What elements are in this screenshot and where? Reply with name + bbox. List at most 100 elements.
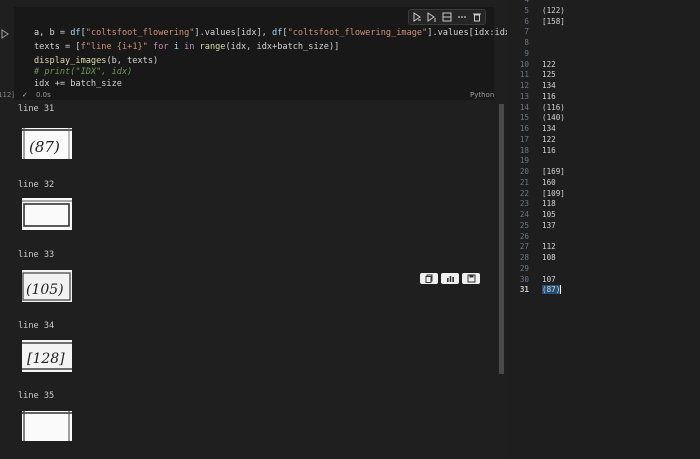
cell-status-bar: 112] ✓ 0.0s Python	[0, 91, 500, 103]
execution-duration: 0.0s	[36, 91, 51, 99]
line-number: 19	[519, 156, 529, 166]
handwriting: (87)	[29, 138, 60, 156]
line-number: 8	[524, 38, 529, 47]
editor-line-text: 137	[542, 220, 556, 230]
output-image	[22, 411, 72, 441]
line-number: 14	[519, 102, 529, 112]
split-cell-icon[interactable]	[441, 11, 453, 23]
execution-count: 112]	[0, 91, 15, 99]
kernel-language[interactable]: Python	[470, 91, 494, 99]
line-number: 9	[524, 48, 529, 58]
editor-line-text: [158]	[542, 16, 565, 26]
output-line-label: line 32	[18, 180, 55, 190]
line-number: 26	[519, 231, 529, 241]
line-number: 7	[524, 27, 529, 37]
line-number: 17	[519, 134, 529, 144]
editor-line-text: 116	[542, 91, 556, 101]
success-check-icon: ✓	[22, 91, 28, 99]
line-number: 12	[519, 81, 529, 90]
editor-line-text: 125	[542, 70, 556, 80]
code-token: a, b =	[34, 28, 71, 38]
output-image: (87)	[22, 128, 72, 159]
editor-line-text: 122	[542, 59, 556, 69]
more-icon[interactable]	[456, 11, 468, 23]
editor-line-text: [169]	[542, 167, 565, 176]
run-by-line-icon[interactable]	[411, 11, 423, 23]
editor-line-text: [109]	[542, 188, 565, 198]
code-token: "coltsfoot_flowering"	[85, 28, 195, 38]
code-line: # print("IDX", idx)	[34, 67, 132, 77]
line-number: 22	[519, 188, 529, 198]
editor-line-text: 105	[542, 210, 556, 219]
cell-toolbar	[408, 9, 486, 25]
run-cell-icon[interactable]	[1, 24, 9, 39]
line-number: 27	[519, 242, 529, 252]
output-line-label: line 34	[18, 321, 55, 331]
editor-line-text: 134	[542, 81, 556, 90]
line-number: 13	[519, 91, 529, 101]
output-image	[22, 198, 72, 230]
code-token: ].values[idx],	[194, 28, 273, 38]
code-token: df	[272, 28, 283, 38]
code-token: for	[147, 42, 174, 52]
line-number: 18	[519, 145, 529, 155]
editor-line-text: 160	[542, 177, 556, 187]
run-next-icon[interactable]	[426, 11, 438, 23]
editor-line-text: 134	[542, 124, 556, 133]
line-number: 29	[519, 263, 529, 273]
editor-line-text: 122	[542, 134, 556, 144]
line-number: 4	[507, 0, 529, 4]
code-token: df	[70, 28, 81, 38]
line-number: 24	[519, 210, 529, 219]
copy-output-icon[interactable]	[420, 273, 438, 284]
code-line: a, b = df["coltsfoot_flowering"].values[…	[34, 28, 567, 38]
code-token: (idx, idx+batch_size)]	[225, 42, 340, 52]
editor-line-text: 108	[542, 253, 556, 262]
line-number: 10	[519, 59, 529, 69]
output-image: [128]	[22, 340, 72, 372]
line-number: 31	[519, 285, 529, 295]
handwriting: [128]	[27, 351, 65, 367]
editor-line-text: 107	[542, 274, 556, 284]
text-editor[interactable]: 45 (122) 6 [158] 78910 122 11 125 12 134 13 116 14 (1…	[507, 0, 700, 459]
output-line-label: line 31	[18, 104, 55, 114]
handwriting: (105)	[26, 282, 64, 298]
editor-line-text: (140)	[542, 113, 565, 123]
code-token: (b, texts)	[106, 56, 159, 66]
line-number: 28	[519, 253, 529, 262]
code-token: f"line {i+1}"	[80, 42, 148, 52]
chart-output-icon[interactable]	[441, 273, 459, 284]
line-number: 15	[519, 113, 529, 123]
line-number: 5	[524, 5, 529, 15]
line-number: 23	[519, 199, 529, 209]
editor-line-text: (116)	[542, 102, 565, 112]
code-token: range	[199, 42, 226, 52]
line-number: 21	[519, 177, 529, 187]
code-token: texts = [	[34, 42, 81, 52]
editor-line-text: 116	[542, 145, 556, 155]
line-number: 25	[519, 220, 529, 230]
editor-line-text: 118	[542, 199, 556, 209]
editor-line-text: 112	[542, 242, 556, 252]
notebook-scrollbar[interactable]	[499, 104, 504, 374]
delete-icon[interactable]	[471, 11, 483, 23]
code-token: idx += batch_size	[34, 79, 122, 89]
output-line-label: line 33	[18, 250, 55, 260]
line-number: 20	[519, 167, 529, 176]
code-token: # print("IDX", idx)	[34, 67, 133, 77]
output-image: (105)	[22, 270, 72, 302]
code-token: in	[178, 42, 200, 52]
code-line: idx += batch_size	[34, 79, 122, 89]
save-output-icon[interactable]	[462, 273, 480, 284]
code-token: "coltsfoot_flowering_image"	[287, 28, 428, 38]
line-number: 6	[524, 16, 529, 26]
editor-line-text: (122)	[542, 5, 565, 15]
line-number: 30	[519, 274, 529, 284]
editor-line-text: (87)	[542, 285, 562, 295]
output-line-label: line 35	[18, 391, 55, 401]
notebook-panel: a, b = df["coltsfoot_flowering"].values[…	[0, 0, 567, 459]
code-token: display_images	[34, 56, 107, 66]
line-number: 16	[519, 124, 529, 133]
code-line: texts = [f"line {i+1}" for i in range(id…	[34, 42, 339, 52]
code-line: display_images(b, texts)	[34, 56, 158, 66]
